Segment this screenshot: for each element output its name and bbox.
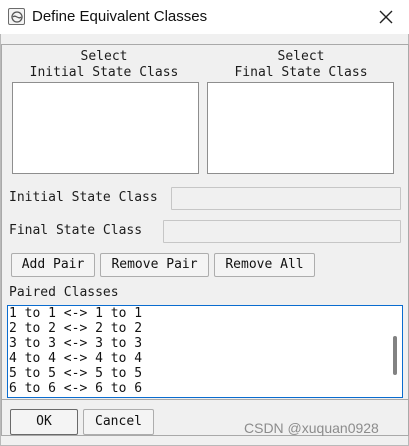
add-pair-button[interactable]: Add Pair xyxy=(11,253,95,277)
initial-class-list[interactable] xyxy=(12,82,199,174)
list-item[interactable]: 1 to 1 <-> 1 to 1 xyxy=(8,306,402,321)
ok-button[interactable]: OK xyxy=(10,409,78,435)
initial-class-header: Select Initial State Class xyxy=(11,49,197,81)
cancel-button[interactable]: Cancel xyxy=(83,409,154,435)
dialog-body: Select Initial State Class Select Final … xyxy=(0,34,409,446)
final-class-header: Select Final State Class xyxy=(208,49,394,81)
initial-state-label: Initial State Class xyxy=(9,190,158,205)
paired-classes-list[interactable]: 1 to 1 <-> 1 to 1 2 to 2 <-> 2 to 2 3 to… xyxy=(7,305,403,398)
list-item[interactable]: 2 to 2 <-> 2 to 2 xyxy=(8,321,402,336)
close-button[interactable] xyxy=(363,0,409,34)
list-item[interactable]: 3 to 3 <-> 3 to 3 xyxy=(8,336,402,351)
final-class-list[interactable] xyxy=(207,82,394,174)
final-state-field[interactable] xyxy=(163,220,401,243)
scrollbar-thumb[interactable] xyxy=(393,336,397,375)
title-bar: Define Equivalent Classes xyxy=(0,0,409,34)
close-icon xyxy=(379,10,393,24)
list-item[interactable]: 6 to 6 <-> 6 to 6 xyxy=(8,381,402,396)
paired-classes-label: Paired Classes xyxy=(9,285,119,300)
final-state-label: Final State Class xyxy=(9,223,143,238)
initial-header-line2: Initial State Class xyxy=(29,65,179,80)
initial-header-line1: Select xyxy=(80,49,128,64)
remove-pair-button[interactable]: Remove Pair xyxy=(100,253,209,277)
window-title: Define Equivalent Classes xyxy=(32,8,208,25)
final-header-line1: Select xyxy=(277,49,325,64)
bottom-divider xyxy=(1,399,409,400)
list-item[interactable]: 4 to 4 <-> 4 to 4 xyxy=(8,351,402,366)
remove-all-button[interactable]: Remove All xyxy=(214,253,315,277)
app-icon xyxy=(8,8,25,25)
initial-state-field[interactable] xyxy=(171,187,401,210)
final-header-line2: Final State Class xyxy=(234,65,368,80)
watermark: CSDN @xuquan0928 xyxy=(244,420,379,436)
list-item[interactable]: 5 to 5 <-> 5 to 5 xyxy=(8,366,402,381)
